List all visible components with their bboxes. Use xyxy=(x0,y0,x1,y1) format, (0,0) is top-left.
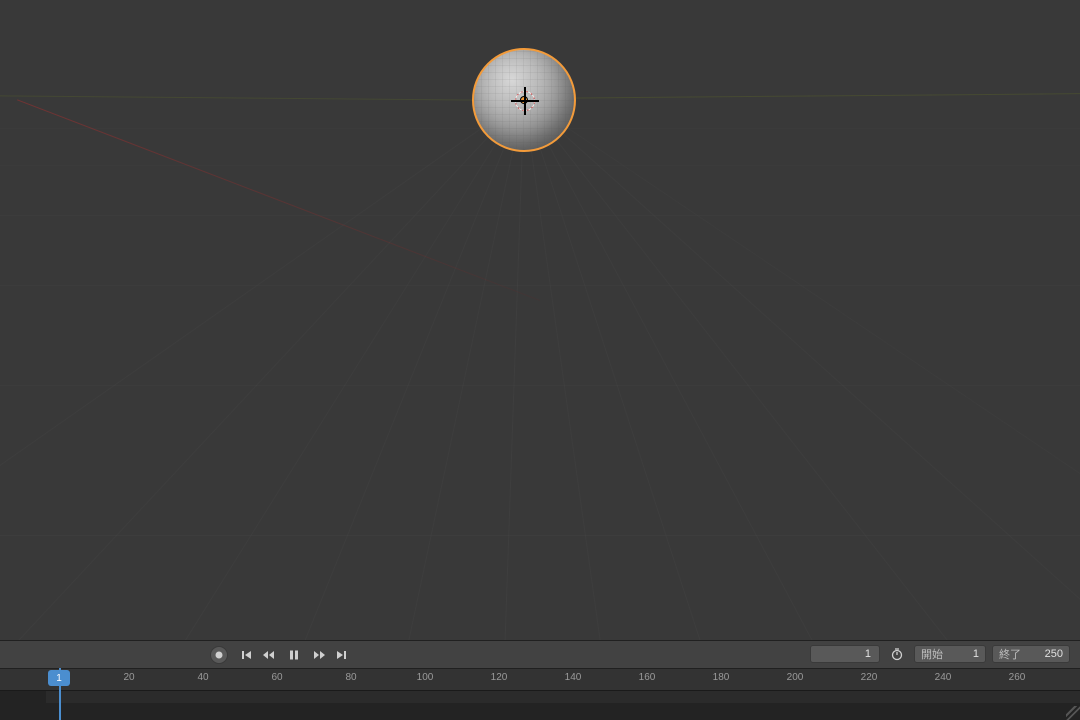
frame-end-label: 終了 xyxy=(999,646,1021,662)
ruler-tick: 200 xyxy=(787,672,804,683)
area-resize-grip[interactable] xyxy=(1066,706,1080,720)
ruler-tick: 140 xyxy=(565,672,582,683)
axis-y-line xyxy=(525,93,1080,99)
ruler-tick: 100 xyxy=(417,672,434,683)
ruler-tick: 20 xyxy=(123,672,134,683)
jump-to-start-button[interactable] xyxy=(238,646,256,664)
grid-line xyxy=(524,98,1048,640)
timeline-track[interactable] xyxy=(0,690,1080,720)
pause-icon xyxy=(288,649,300,661)
frame-start-field[interactable]: 開始 1 xyxy=(914,645,986,663)
ruler-tick: 80 xyxy=(345,672,356,683)
grid-line xyxy=(0,285,1080,286)
use-preview-range-toggle[interactable] xyxy=(886,645,908,663)
timeline-range-bg xyxy=(46,691,1080,703)
grid-line xyxy=(524,98,834,640)
stopwatch-icon xyxy=(890,647,904,661)
frame-start-label: 開始 xyxy=(921,646,943,662)
jump-start-icon xyxy=(241,649,253,661)
timeline-header: 1 開始 1 終了 250 xyxy=(0,640,1080,668)
playback-controls xyxy=(210,645,350,665)
jump-end-icon xyxy=(335,649,347,661)
viewport-3d[interactable] xyxy=(0,0,1080,640)
ruler-tick: 60 xyxy=(271,672,282,683)
current-frame-value: 1 xyxy=(865,648,871,660)
record-icon xyxy=(215,651,223,659)
frame-end-value: 250 xyxy=(1045,648,1063,660)
prev-keyframe-button[interactable] xyxy=(260,646,278,664)
grid-line xyxy=(100,98,525,640)
ruler-tick: 260 xyxy=(1009,672,1026,683)
grid-line xyxy=(0,98,524,558)
grid-line xyxy=(524,98,1080,634)
grid-line xyxy=(0,385,1080,386)
grid-line xyxy=(316,98,525,640)
grid-line xyxy=(0,535,1080,536)
ruler-tick: 40 xyxy=(197,672,208,683)
ruler-tick: 240 xyxy=(935,672,952,683)
current-frame-field[interactable]: 1 xyxy=(810,645,880,663)
grid-line xyxy=(0,98,524,640)
jump-to-end-button[interactable] xyxy=(332,646,350,664)
ruler-tick: 160 xyxy=(639,672,656,683)
ruler-tick: 180 xyxy=(713,672,730,683)
prev-key-icon xyxy=(262,649,276,661)
ruler-tick: 120 xyxy=(491,672,508,683)
next-key-icon xyxy=(312,649,326,661)
frame-end-field[interactable]: 終了 250 xyxy=(992,645,1070,663)
timeline-ruler[interactable]: 20 40 60 80 100 120 140 160 180 200 220 … xyxy=(0,668,1080,690)
play-pause-button[interactable] xyxy=(282,646,306,664)
ruler-tick: 220 xyxy=(861,672,878,683)
auto-key-toggle[interactable] xyxy=(210,646,228,664)
mesh-sphere-selected[interactable] xyxy=(472,48,576,152)
frame-start-value: 1 xyxy=(973,648,979,660)
object-origin xyxy=(521,97,527,103)
next-keyframe-button[interactable] xyxy=(310,646,328,664)
playhead-frame-label: 1 xyxy=(56,673,62,684)
playhead-handle[interactable]: 1 xyxy=(48,670,70,686)
grid-line xyxy=(0,165,1080,166)
grid-line xyxy=(0,215,1080,216)
axis-y-line-left xyxy=(0,95,525,101)
